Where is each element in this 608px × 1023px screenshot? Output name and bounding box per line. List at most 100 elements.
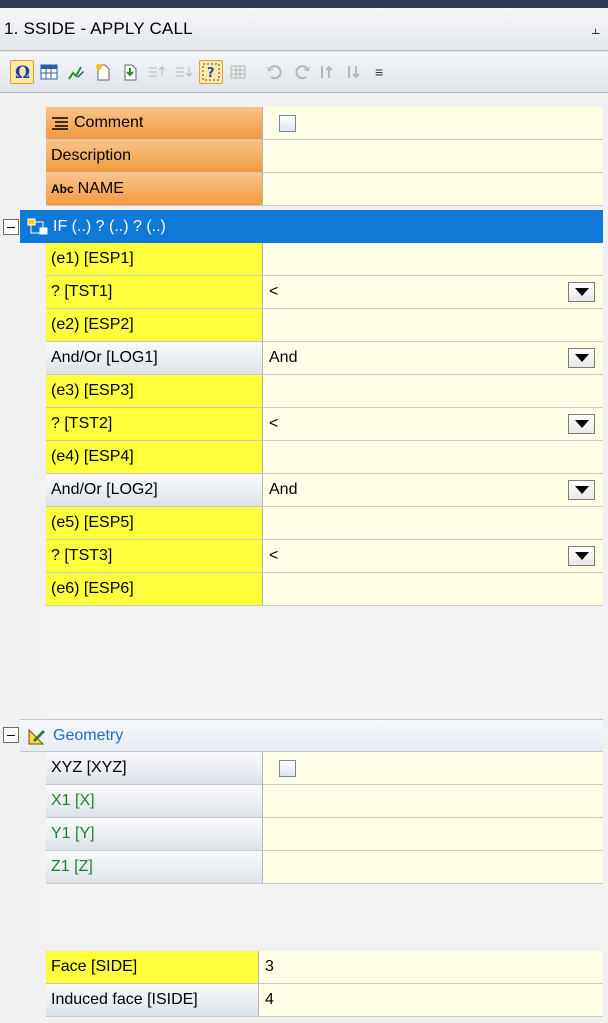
dropdown-button[interactable] <box>568 348 595 368</box>
import-page-icon[interactable] <box>118 60 142 84</box>
collapse-toggle-geometry[interactable] <box>3 727 19 743</box>
svg-text:Ω: Ω <box>15 63 30 82</box>
collapse-toggle-if[interactable] <box>3 219 19 235</box>
select-value: And <box>269 349 298 366</box>
property-row: XYZ [XYZ] <box>0 752 608 785</box>
insert-before-icon[interactable] <box>145 60 169 84</box>
esp1-field[interactable] <box>263 243 603 276</box>
grid-disabled-icon[interactable] <box>226 60 250 84</box>
dropdown-button[interactable] <box>568 546 595 566</box>
row-label: And/Or [LOG2] <box>46 474 263 507</box>
comment-checkbox[interactable] <box>279 114 296 132</box>
panel-titlebar: 1. SSIDE - APPLY CALL ⫠ <box>0 8 608 51</box>
group-spacer <box>44 606 608 718</box>
row-label: Z1 [Z] <box>46 851 263 884</box>
chevron-down-icon <box>574 420 589 428</box>
row-label: (e5) [ESP5] <box>46 507 263 540</box>
row-label: And/Or [LOG1] <box>46 342 263 375</box>
select-value: < <box>269 547 279 564</box>
row-label: ? [TST2] <box>46 408 263 441</box>
select-value: < <box>269 415 279 432</box>
tst3-select[interactable]: < <box>263 540 603 573</box>
group-spacer <box>44 884 608 941</box>
select-value: And <box>269 481 298 498</box>
esp5-field[interactable] <box>263 507 603 540</box>
induced-face-field[interactable]: 4 <box>258 984 603 1017</box>
redo-icon[interactable] <box>290 60 314 84</box>
table-icon[interactable] <box>37 60 61 84</box>
comment-lines-icon <box>51 115 69 131</box>
row-label: (e3) [ESP3] <box>46 375 263 408</box>
property-row: Z1 [Z] <box>0 851 608 884</box>
properties-panel: 1. SSIDE - APPLY CALL ⫠ Ω ? ≡ Comment De… <box>0 0 608 1023</box>
chevron-down-icon <box>574 486 589 494</box>
x1-field[interactable] <box>263 785 603 818</box>
pin-icon[interactable]: ⫠ <box>592 21 600 38</box>
dropdown-button[interactable] <box>568 414 595 434</box>
window-top-strip <box>0 0 608 8</box>
undo-icon[interactable] <box>263 60 287 84</box>
chevron-down-icon <box>574 288 589 296</box>
property-row: Abc NAME <box>0 173 608 206</box>
chevron-down-icon <box>574 552 589 560</box>
esp4-field[interactable] <box>263 441 603 474</box>
esp3-field[interactable] <box>263 375 603 408</box>
row-label: (e6) [ESP6] <box>46 573 263 606</box>
move-down-icon[interactable] <box>344 60 368 84</box>
row-label: (e2) [ESP2] <box>46 309 263 342</box>
description-field[interactable] <box>263 140 603 173</box>
property-row: ? [TST2] < <box>0 408 608 441</box>
property-row: Induced face [ISIDE] 4 <box>0 984 608 1017</box>
log2-select[interactable]: And <box>263 474 603 507</box>
esp2-field[interactable] <box>263 309 603 342</box>
dropdown-button[interactable] <box>568 480 595 500</box>
group-label: Geometry <box>53 726 124 744</box>
move-up-icon[interactable] <box>317 60 341 84</box>
new-page-icon[interactable] <box>91 60 115 84</box>
property-row: (e1) [ESP1] <box>0 243 608 276</box>
row-label: Abc NAME <box>46 173 263 206</box>
property-row: (e3) [ESP3] <box>0 375 608 408</box>
row-label: Description <box>46 140 263 173</box>
omega-icon[interactable]: Ω <box>10 60 34 84</box>
group-label: IF (..) ? (..) ? (..) <box>53 217 166 235</box>
property-row: ? [TST3] < <box>0 540 608 573</box>
row-label: Induced face [ISIDE] <box>46 984 258 1017</box>
face-field[interactable]: 3 <box>258 951 603 984</box>
row-label: ? [TST1] <box>46 276 263 309</box>
panel-title: 1. SSIDE - APPLY CALL <box>4 19 193 38</box>
row-label: (e4) [ESP4] <box>46 441 263 474</box>
log1-select[interactable]: And <box>263 342 603 375</box>
dropdown-button[interactable] <box>568 282 595 302</box>
chevron-down-icon <box>574 354 589 362</box>
abc-text-icon: Abc <box>51 182 74 196</box>
property-row: (e2) [ESP2] <box>0 309 608 342</box>
y1-field[interactable] <box>263 818 603 851</box>
property-row: (e4) [ESP4] <box>0 441 608 474</box>
svg-text:?: ? <box>207 66 215 81</box>
toolbar: Ω ? ≡ <box>0 52 608 93</box>
row-label: ? [TST3] <box>46 540 263 573</box>
chevron-more-icon[interactable]: ≡ <box>375 64 383 80</box>
group-header-geometry[interactable]: Geometry <box>20 719 603 752</box>
group-header-if[interactable]: IF (..) ? (..) ? (..) <box>20 210 603 243</box>
tst2-select[interactable]: < <box>263 408 603 441</box>
xyz-checkbox[interactable] <box>279 759 296 777</box>
property-row: (e5) [ESP5] <box>0 507 608 540</box>
esp6-field[interactable] <box>263 573 603 606</box>
row-label: Comment <box>46 107 263 140</box>
row-label: (e1) [ESP1] <box>46 243 263 276</box>
insert-after-icon[interactable] <box>172 60 196 84</box>
flowchart-icon <box>27 217 49 237</box>
z1-field[interactable] <box>263 851 603 884</box>
edit-chart-icon[interactable] <box>64 60 88 84</box>
property-row: And/Or [LOG1] And <box>0 342 608 375</box>
property-row: Description <box>0 140 608 173</box>
name-field[interactable] <box>263 173 603 206</box>
row-label: XYZ [XYZ] <box>46 752 263 785</box>
property-grid: Comment Description Abc NAME IF (..) ? (… <box>0 93 608 1023</box>
help-select-icon[interactable]: ? <box>199 60 223 84</box>
property-row: Y1 [Y] <box>0 818 608 851</box>
tst1-select[interactable]: < <box>263 276 603 309</box>
row-value <box>263 107 603 140</box>
